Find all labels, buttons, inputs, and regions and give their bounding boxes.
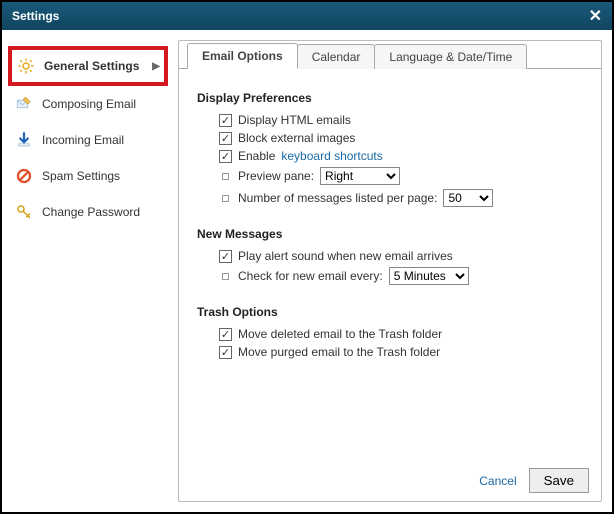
window-title: Settings	[12, 9, 59, 23]
label-block-images: Block external images	[238, 131, 355, 145]
sidebar-item-label: Change Password	[42, 205, 140, 219]
row-move-purged: ✓ Move purged email to the Trash folder	[197, 343, 583, 361]
checkbox-block-images[interactable]: ✓	[219, 132, 232, 145]
sidebar-item-label: Composing Email	[42, 97, 136, 111]
label-play-alert: Play alert sound when new email arrives	[238, 249, 453, 263]
row-check-interval: Check for new email every: 5 Minutes	[197, 265, 583, 287]
chevron-right-icon: ▶	[152, 61, 160, 72]
tab-panel: Display Preferences ✓ Display HTML email…	[179, 69, 601, 460]
label-move-purged: Move purged email to the Trash folder	[238, 345, 440, 359]
tabs: Email Options Calendar Language & Date/T…	[179, 40, 601, 68]
section-display-title: Display Preferences	[197, 91, 583, 105]
checkbox-move-purged[interactable]: ✓	[219, 346, 232, 359]
label-check-interval: Check for new email every:	[238, 269, 383, 283]
settings-window: Settings ✕ General Settings ▶ Composing …	[0, 0, 614, 514]
sidebar-item-spam[interactable]: Spam Settings	[8, 158, 168, 194]
tab-email-options[interactable]: Email Options	[187, 43, 298, 69]
label-per-page: Number of messages listed per page:	[238, 191, 437, 205]
sidebar-item-general[interactable]: General Settings ▶	[8, 46, 168, 86]
sidebar-item-label: Spam Settings	[42, 169, 120, 183]
label-enable-prefix: Enable	[238, 149, 275, 163]
section-new-messages-title: New Messages	[197, 227, 583, 241]
save-button[interactable]: Save	[529, 468, 589, 493]
row-play-alert: ✓ Play alert sound when new email arrive…	[197, 247, 583, 265]
bullet-icon	[222, 195, 229, 202]
window-body: General Settings ▶ Composing Email Incom…	[2, 30, 612, 512]
bullet-icon	[222, 273, 229, 280]
select-check-interval[interactable]: 5 Minutes	[389, 267, 469, 285]
link-keyboard-shortcuts[interactable]: keyboard shortcuts	[281, 149, 382, 163]
label-move-deleted: Move deleted email to the Trash folder	[238, 327, 442, 341]
checkbox-move-deleted[interactable]: ✓	[219, 328, 232, 341]
sidebar: General Settings ▶ Composing Email Incom…	[8, 40, 168, 502]
row-preview-pane: Preview pane: Right	[197, 165, 583, 187]
select-preview-pane[interactable]: Right	[320, 167, 400, 185]
label-html-emails: Display HTML emails	[238, 113, 351, 127]
sidebar-item-password[interactable]: Change Password	[8, 194, 168, 230]
bullet-icon	[222, 173, 229, 180]
download-icon	[14, 130, 34, 150]
tab-calendar[interactable]: Calendar	[297, 44, 376, 69]
tab-language-datetime[interactable]: Language & Date/Time	[374, 44, 527, 69]
sidebar-item-label: General Settings	[44, 59, 139, 73]
sidebar-item-incoming[interactable]: Incoming Email	[8, 122, 168, 158]
checkbox-html-emails[interactable]: ✓	[219, 114, 232, 127]
row-html-emails: ✓ Display HTML emails	[197, 111, 583, 129]
select-per-page[interactable]: 50	[443, 189, 493, 207]
row-move-deleted: ✓ Move deleted email to the Trash folder	[197, 325, 583, 343]
compose-icon	[14, 94, 34, 114]
label-preview-pane: Preview pane:	[238, 169, 314, 183]
checkbox-enable-shortcuts[interactable]: ✓	[219, 150, 232, 163]
footer: Cancel Save	[179, 460, 601, 501]
sidebar-item-composing[interactable]: Composing Email	[8, 86, 168, 122]
key-icon	[14, 202, 34, 222]
cancel-button[interactable]: Cancel	[479, 474, 516, 488]
gear-icon	[16, 56, 36, 76]
block-icon	[14, 166, 34, 186]
close-icon[interactable]: ✕	[589, 6, 602, 26]
section-trash-title: Trash Options	[197, 305, 583, 319]
content-panel: Email Options Calendar Language & Date/T…	[178, 40, 602, 502]
checkbox-play-alert[interactable]: ✓	[219, 250, 232, 263]
row-enable-shortcuts: ✓ Enable keyboard shortcuts	[197, 147, 583, 165]
row-messages-per-page: Number of messages listed per page: 50	[197, 187, 583, 209]
titlebar: Settings ✕	[2, 2, 612, 30]
sidebar-item-label: Incoming Email	[42, 133, 124, 147]
row-block-images: ✓ Block external images	[197, 129, 583, 147]
